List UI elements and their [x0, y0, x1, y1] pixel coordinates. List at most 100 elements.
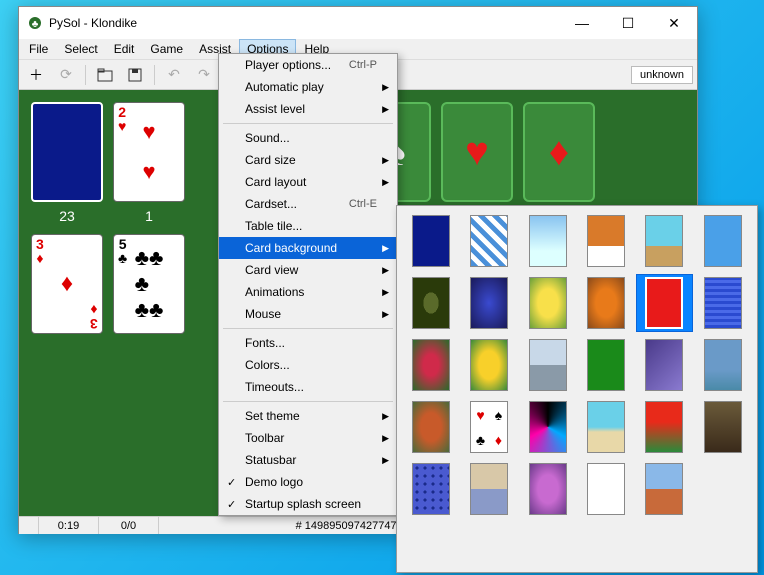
menu-item-statusbar[interactable]: Statusbar ▶: [219, 449, 397, 471]
card-background-option-uluru[interactable]: [636, 460, 692, 518]
menu-item-label: Animations: [245, 285, 377, 299]
tableau-card[interactable]: 5♣ ♣♣♣♣♣: [113, 234, 185, 334]
card-background-option-parrot[interactable]: [636, 398, 692, 456]
card-background-option-lightning[interactable]: [636, 336, 692, 394]
menu-item-toolbar[interactable]: Toolbar▶: [219, 427, 397, 449]
menu-select[interactable]: Select: [56, 39, 105, 59]
menu-item-timeouts[interactable]: Timeouts...: [219, 376, 397, 398]
card-background-option-playing-cards[interactable]: [578, 460, 634, 518]
card-background-option-blue-dots[interactable]: [403, 460, 459, 518]
menu-item-assist-level[interactable]: Assist level ▶: [219, 98, 397, 120]
menu-item-card-view[interactable]: Card view▶: [219, 259, 397, 281]
card-background-option-mona-lisa[interactable]: [695, 398, 751, 456]
menu-item-table-tile[interactable]: Table tile...: [219, 215, 397, 237]
submenu-arrow-icon: ▶: [382, 243, 389, 254]
card-background-option-solid-red[interactable]: [636, 274, 692, 332]
menu-item-startup-splash-screen[interactable]: ✓Startup splash screen: [219, 493, 397, 515]
app-icon: ♣: [27, 15, 43, 31]
menu-item-cardset[interactable]: Cardset...Ctrl-E: [219, 193, 397, 215]
card-background-option-four-suits-card[interactable]: ♥♠♣♦: [461, 398, 517, 456]
check-icon: ✓: [227, 498, 236, 511]
menu-item-label: Cardset...: [245, 197, 349, 211]
submenu-arrow-icon: ▶: [382, 104, 389, 115]
submenu-arrow-icon: ▶: [382, 433, 389, 444]
menu-item-label: Statusbar: [245, 453, 377, 467]
menu-item-label: Assist level: [245, 102, 377, 116]
menu-item-mouse[interactable]: Mouse▶: [219, 303, 397, 325]
restart-button[interactable]: ⟳: [53, 63, 79, 87]
card-background-option-sailing-ship[interactable]: [461, 460, 517, 518]
menu-item-player-options[interactable]: Player options...Ctrl-P: [219, 54, 397, 76]
player-name-field[interactable]: unknown: [631, 66, 693, 84]
redo-button[interactable]: ↷: [191, 63, 217, 87]
menu-item-sound[interactable]: Sound...: [219, 127, 397, 149]
thumbnail-cactus-desert: [645, 215, 683, 267]
submenu-arrow-icon: ▶: [382, 455, 389, 466]
card-background-option-beach-palm[interactable]: [578, 398, 634, 456]
thumbnail-blue-checker: [470, 215, 508, 267]
card-background-option-castle[interactable]: [520, 336, 576, 394]
menu-item-label: Table tile...: [245, 219, 377, 233]
card-background-option-solid-lightblue[interactable]: [695, 212, 751, 270]
card-background-option-blue-weave[interactable]: [695, 274, 751, 332]
thumbnail-blue-weave: [704, 277, 742, 329]
menu-separator: [223, 401, 393, 402]
check-icon: ✓: [227, 476, 236, 489]
menu-game[interactable]: Game: [142, 39, 191, 59]
undo-button[interactable]: ↶: [161, 63, 187, 87]
open-button[interactable]: [92, 63, 118, 87]
card-background-option-daffodils[interactable]: [520, 274, 576, 332]
card-background-option-blue-checker[interactable]: [461, 212, 517, 270]
card-background-option-statue-liberty[interactable]: [695, 336, 751, 394]
menu-item-set-theme[interactable]: Set theme▶: [219, 405, 397, 427]
thumbnail-solid-navy: [412, 215, 450, 267]
menu-item-label: Automatic play: [245, 80, 377, 94]
card-background-option-cactus-desert[interactable]: [636, 212, 692, 270]
card-background-option-sky-clouds[interactable]: [520, 212, 576, 270]
tableau-card[interactable]: 3♦ ♦ 3♦: [31, 234, 103, 334]
thumbnail-solid-red: [645, 277, 683, 329]
card-background-option-purple-flower[interactable]: [520, 460, 576, 518]
svg-text:♣: ♣: [32, 19, 39, 30]
menu-file[interactable]: File: [21, 39, 56, 59]
card-background-option-sunflower[interactable]: [461, 336, 517, 394]
foundation-diamond[interactable]: ♦: [523, 102, 595, 202]
close-button[interactable]: ✕: [651, 8, 697, 38]
card-background-option-fox[interactable]: [578, 212, 634, 270]
maximize-button[interactable]: ☐: [605, 8, 651, 38]
minimize-button[interactable]: —: [559, 8, 605, 38]
submenu-arrow-icon: ▶: [382, 309, 389, 320]
stock-pile[interactable]: [31, 102, 103, 202]
submenu-arrow-icon: ▶: [382, 411, 389, 422]
card-background-option-solid-navy[interactable]: [403, 212, 459, 270]
save-button[interactable]: [122, 63, 148, 87]
menu-item-animations[interactable]: Animations▶: [219, 281, 397, 303]
menu-edit[interactable]: Edit: [106, 39, 143, 59]
thumbnail-red-panda: [412, 401, 450, 453]
menu-item-automatic-play[interactable]: Automatic play▶: [219, 76, 397, 98]
card-background-option-rose[interactable]: [403, 336, 459, 394]
new-game-button[interactable]: ＋: [23, 63, 49, 87]
waste-pile[interactable]: 2♥ ♥ ♥: [113, 102, 185, 202]
thumbnail-color-swirl: [529, 401, 567, 453]
menu-item-card-size[interactable]: Card size▶: [219, 149, 397, 171]
card-background-option-galaxy-blue[interactable]: [461, 274, 517, 332]
menu-item-fonts[interactable]: Fonts...: [219, 332, 397, 354]
menu-item-colors[interactable]: Colors...: [219, 354, 397, 376]
card-background-option-solid-green[interactable]: [578, 336, 634, 394]
thumbnail-rose: [412, 339, 450, 391]
card-background-option-color-swirl[interactable]: [520, 398, 576, 456]
submenu-arrow-icon: ▶: [382, 177, 389, 188]
card-background-option-red-panda[interactable]: [403, 398, 459, 456]
thumbnail-solid-lightblue: [704, 215, 742, 267]
thumbnail-purple-flower: [529, 463, 567, 515]
titlebar: ♣ PySol - Klondike — ☐ ✕: [19, 7, 697, 39]
thumbnail-sunflower: [470, 339, 508, 391]
thumbnail-beach-palm: [587, 401, 625, 453]
card-background-option-butterfly[interactable]: [578, 274, 634, 332]
menu-item-card-layout[interactable]: Card layout▶: [219, 171, 397, 193]
menu-item-demo-logo[interactable]: ✓Demo logo: [219, 471, 397, 493]
foundation-heart[interactable]: ♥: [441, 102, 513, 202]
card-background-option-camo[interactable]: [403, 274, 459, 332]
menu-item-card-background[interactable]: Card background▶: [219, 237, 397, 259]
